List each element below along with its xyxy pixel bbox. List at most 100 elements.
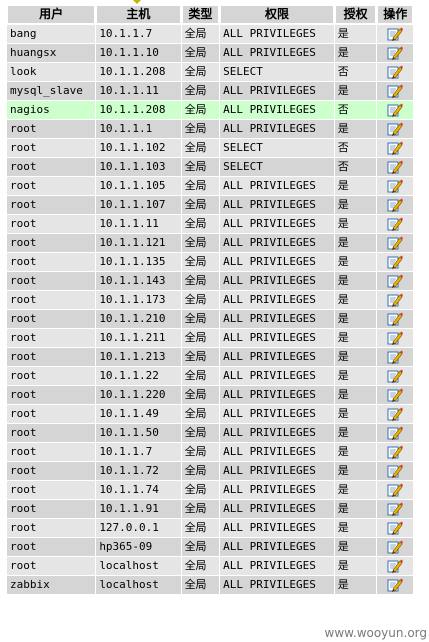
table-row[interactable]: mysql_slave 10.1.1.11 全局 ALL PRIVILEGES … [7,82,413,100]
table-row[interactable]: root 10.1.1.72 全局 ALL PRIVILEGES 是 [7,462,413,480]
cell-privileges: ALL PRIVILEGES [220,101,334,119]
cell-host: 10.1.1.143 [96,272,181,290]
cell-action [377,310,413,328]
edit-privileges-icon[interactable] [387,482,404,498]
cell-action [377,519,413,537]
cell-type: 全局 [181,500,220,518]
cell-host: 10.1.1.102 [96,139,181,157]
sort-indicator-icon [133,0,141,4]
edit-privileges-icon[interactable] [387,311,404,327]
table-row[interactable]: root 127.0.0.1 全局 ALL PRIVILEGES 是 [7,519,413,537]
edit-privileges-icon[interactable] [387,159,404,175]
table-row[interactable]: root 10.1.1.211 全局 ALL PRIVILEGES 是 [7,329,413,347]
table-row[interactable]: root 10.1.1.143 全局 ALL PRIVILEGES 是 [7,272,413,290]
cell-grant: 是 [334,424,377,442]
edit-privileges-icon[interactable] [387,216,404,232]
table-row[interactable]: root 10.1.1.49 全局 ALL PRIVILEGES 是 [7,405,413,423]
table-row[interactable]: root 10.1.1.103 全局 SELECT 否 [7,158,413,176]
table-row[interactable]: root 10.1.1.213 全局 ALL PRIVILEGES 是 [7,348,413,366]
table-row[interactable]: zabbix localhost 全局 ALL PRIVILEGES 是 [7,576,413,594]
edit-privileges-icon[interactable] [387,26,404,42]
table-row[interactable]: root 10.1.1.74 全局 ALL PRIVILEGES 是 [7,481,413,499]
table-row[interactable]: root 10.1.1.22 全局 ALL PRIVILEGES 是 [7,367,413,385]
cell-grant: 是 [334,481,377,499]
cell-user: root [7,329,96,347]
cell-user: root [7,291,96,309]
cell-host: 10.1.1.22 [96,367,181,385]
cell-action [377,557,413,575]
cell-type: 全局 [181,519,220,537]
cell-user: huangsx [7,44,96,62]
cell-type: 全局 [181,538,220,556]
edit-privileges-icon[interactable] [387,444,404,460]
cell-grant: 是 [334,215,377,233]
cell-host: 10.1.1.1 [96,120,181,138]
cell-privileges: ALL PRIVILEGES [220,424,334,442]
edit-privileges-icon[interactable] [387,140,404,156]
cell-host: 10.1.1.11 [96,215,181,233]
edit-privileges-icon[interactable] [387,292,404,308]
cell-user: root [7,215,96,233]
edit-privileges-icon[interactable] [387,425,404,441]
cell-privileges: ALL PRIVILEGES [220,386,334,404]
edit-privileges-icon[interactable] [387,520,404,536]
table-row[interactable]: root 10.1.1.107 全局 ALL PRIVILEGES 是 [7,196,413,214]
edit-privileges-icon[interactable] [387,197,404,213]
cell-type: 全局 [181,405,220,423]
edit-privileges-icon[interactable] [387,254,404,270]
table-row[interactable]: nagios 10.1.1.208 全局 ALL PRIVILEGES 否 [7,101,413,119]
table-row[interactable]: bang 10.1.1.7 全局 ALL PRIVILEGES 是 [7,25,413,43]
edit-privileges-icon[interactable] [387,178,404,194]
edit-privileges-icon[interactable] [387,83,404,99]
edit-privileges-icon[interactable] [387,64,404,80]
edit-privileges-icon[interactable] [387,387,404,403]
table-row[interactable]: root localhost 全局 ALL PRIVILEGES 是 [7,557,413,575]
cell-type: 全局 [181,557,220,575]
cell-grant: 是 [334,443,377,461]
table-row[interactable]: root 10.1.1.50 全局 ALL PRIVILEGES 是 [7,424,413,442]
edit-privileges-icon[interactable] [387,501,404,517]
cell-type: 全局 [181,120,220,138]
table-row[interactable]: root 10.1.1.7 全局 ALL PRIVILEGES 是 [7,443,413,461]
cell-grant: 是 [334,405,377,423]
table-row[interactable]: root 10.1.1.91 全局 ALL PRIVILEGES 是 [7,500,413,518]
table-row[interactable]: root 10.1.1.102 全局 SELECT 否 [7,139,413,157]
table-row[interactable]: huangsx 10.1.1.10 全局 ALL PRIVILEGES 是 [7,44,413,62]
cell-privileges: ALL PRIVILEGES [220,367,334,385]
edit-privileges-icon[interactable] [387,539,404,555]
table-row[interactable]: root hp365-09 全局 ALL PRIVILEGES 是 [7,538,413,556]
table-row[interactable]: root 10.1.1.210 全局 ALL PRIVILEGES 是 [7,310,413,328]
edit-privileges-icon[interactable] [387,121,404,137]
edit-privileges-icon[interactable] [387,102,404,118]
edit-privileges-icon[interactable] [387,463,404,479]
cell-grant: 是 [334,519,377,537]
edit-privileges-icon[interactable] [387,235,404,251]
cell-type: 全局 [181,63,220,81]
cell-user: bang [7,25,96,43]
cell-grant: 是 [334,82,377,100]
table-row[interactable]: root 10.1.1.220 全局 ALL PRIVILEGES 是 [7,386,413,404]
table-row[interactable]: root 10.1.1.11 全局 ALL PRIVILEGES 是 [7,215,413,233]
cell-action [377,462,413,480]
edit-privileges-icon[interactable] [387,330,404,346]
cell-grant: 是 [334,44,377,62]
cell-privileges: ALL PRIVILEGES [220,272,334,290]
edit-privileges-icon[interactable] [387,45,404,61]
cell-type: 全局 [181,234,220,252]
cell-user: root [7,234,96,252]
table-row[interactable]: root 10.1.1.1 全局 ALL PRIVILEGES 是 [7,120,413,138]
table-row[interactable]: root 10.1.1.105 全局 ALL PRIVILEGES 是 [7,177,413,195]
cell-user: root [7,253,96,271]
table-row[interactable]: root 10.1.1.121 全局 ALL PRIVILEGES 是 [7,234,413,252]
edit-privileges-icon[interactable] [387,368,404,384]
edit-privileges-icon[interactable] [387,577,404,593]
table-row[interactable]: root 10.1.1.173 全局 ALL PRIVILEGES 是 [7,291,413,309]
edit-privileges-icon[interactable] [387,273,404,289]
table-row[interactable]: root 10.1.1.135 全局 ALL PRIVILEGES 是 [7,253,413,271]
cell-action [377,538,413,556]
table-row[interactable]: look 10.1.1.208 全局 SELECT 否 [7,63,413,81]
edit-privileges-icon[interactable] [387,349,404,365]
edit-privileges-icon[interactable] [387,558,404,574]
edit-privileges-icon[interactable] [387,406,404,422]
cell-type: 全局 [181,291,220,309]
